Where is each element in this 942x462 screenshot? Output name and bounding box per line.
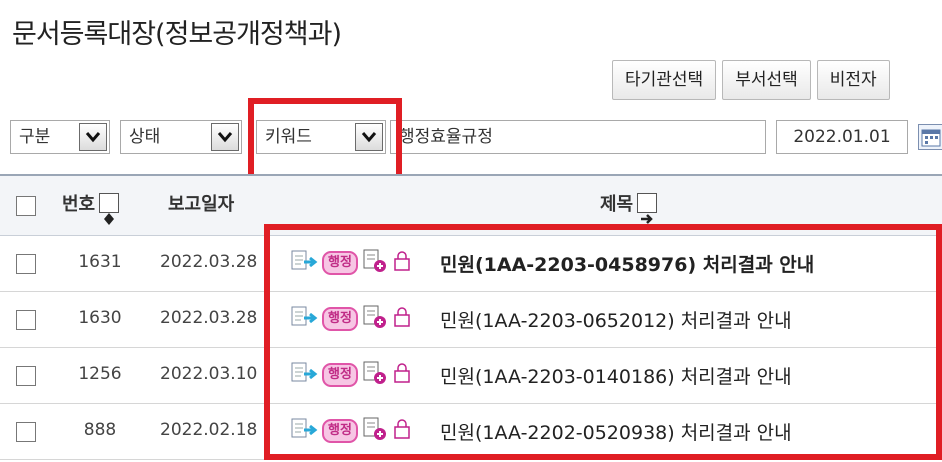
row-checkbox[interactable] <box>16 366 36 386</box>
row-number: 888 <box>83 420 117 440</box>
row-report-date: 2022.03.28 <box>160 308 258 328</box>
row-report-date: 2022.03.10 <box>160 364 258 384</box>
status-select[interactable]: 상태 <box>120 120 242 154</box>
other-agency-select-button[interactable]: 타기관선택 <box>612 60 717 100</box>
status-select-label: 상태 <box>129 127 161 147</box>
calendar-icon[interactable] <box>918 124 942 150</box>
row-checkbox[interactable] <box>16 254 36 274</box>
chevron-down-icon[interactable] <box>211 123 239 151</box>
keyword-input[interactable]: 행정효율규정 <box>390 120 766 154</box>
non-electronic-button[interactable]: 비전자 <box>816 60 890 100</box>
top-button-group: 타기관선택 부서선택 비전자 <box>612 60 890 100</box>
row-number: 1630 <box>78 308 122 328</box>
header-number[interactable]: 번호 <box>62 176 120 238</box>
row-number: 1631 <box>78 252 122 272</box>
start-date-field[interactable]: 2022.01.01 <box>776 120 908 154</box>
highlight-titles-box <box>264 224 942 460</box>
row-checkbox[interactable] <box>16 310 36 330</box>
department-select-button[interactable]: 부서선택 <box>722 60 811 100</box>
category-select[interactable]: 구분 <box>10 120 110 154</box>
category-select-label: 구분 <box>19 127 51 147</box>
header-title-label: 제목 <box>600 194 634 215</box>
header-number-label: 번호 <box>62 194 96 215</box>
row-checkbox[interactable] <box>16 422 36 442</box>
row-report-date: 2022.02.18 <box>160 420 258 440</box>
chevron-down-icon[interactable] <box>79 123 107 151</box>
sort-icon[interactable] <box>99 193 120 225</box>
select-all-checkbox[interactable] <box>16 196 36 216</box>
row-report-date: 2022.03.28 <box>160 252 258 272</box>
page-title: 문서등록대장(정보공개정책과) <box>12 19 342 50</box>
arrow-right-icon[interactable] <box>637 193 658 224</box>
filter-bar: 구분 상태 키워드 행정효율규정 2022.01.01 <box>0 112 942 160</box>
header-report-date[interactable]: 보고일자 <box>168 176 234 238</box>
row-number: 1256 <box>78 364 122 384</box>
